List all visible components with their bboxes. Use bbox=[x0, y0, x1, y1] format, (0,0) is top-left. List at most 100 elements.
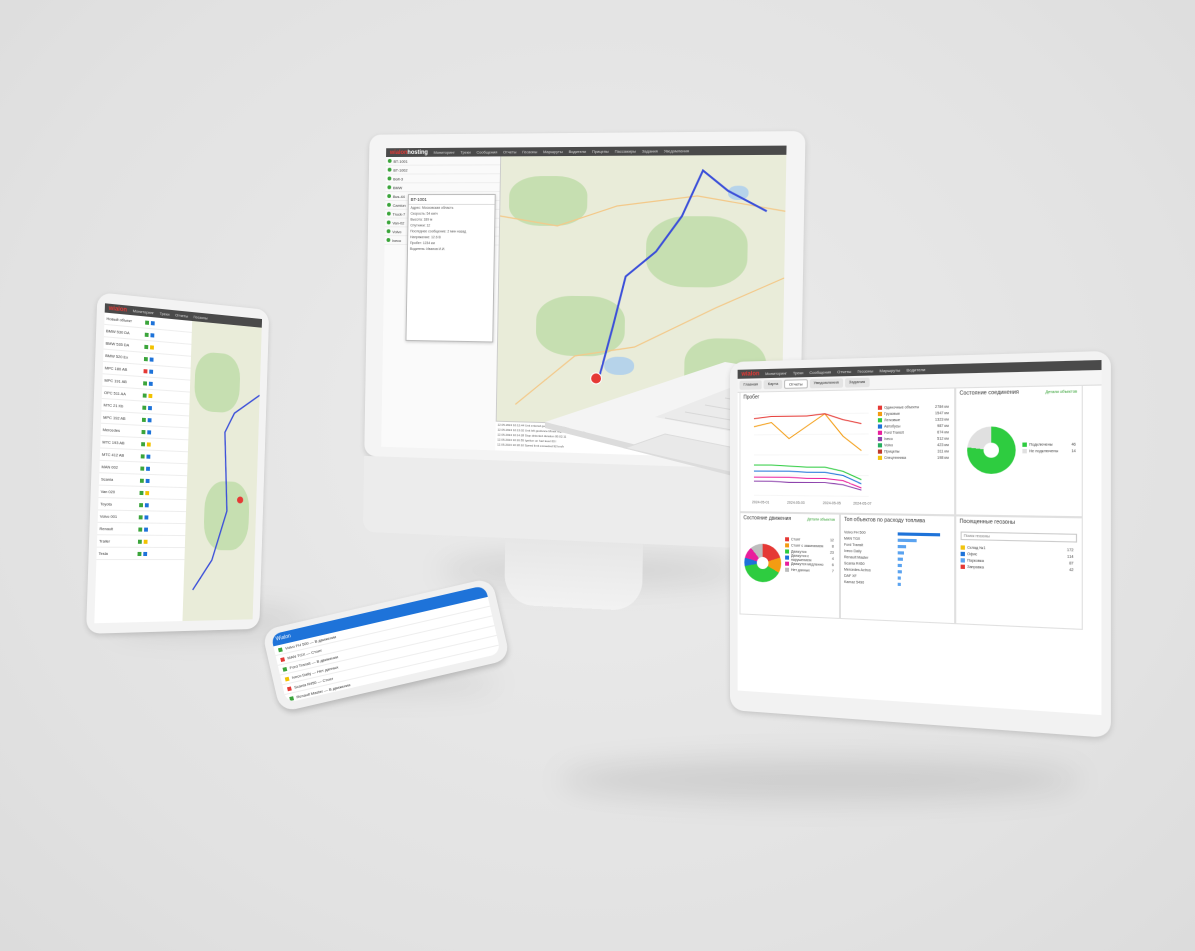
nav-item[interactable]: Маршруты bbox=[879, 368, 900, 374]
widget-title: Топ объектов по расходу топлива bbox=[844, 516, 926, 525]
mileage-line-chart: 2024-05-01 2024-05-03 2024-05-05 2024-05… bbox=[744, 403, 872, 506]
status-dot-icon bbox=[387, 167, 392, 172]
nav-item[interactable]: Сообщения bbox=[476, 149, 497, 154]
track-layer bbox=[182, 321, 261, 621]
legend-swatch bbox=[785, 543, 790, 548]
status-icon bbox=[277, 646, 283, 652]
status-dot-icon bbox=[387, 176, 392, 181]
x-tick-label: 2024-05-07 bbox=[853, 501, 871, 505]
geofence-icon bbox=[960, 551, 965, 557]
status-icon bbox=[138, 526, 143, 532]
donut-hole bbox=[756, 556, 769, 570]
nav-item[interactable]: Задания bbox=[642, 148, 658, 153]
status-icon bbox=[141, 429, 146, 434]
legend-swatch bbox=[1022, 442, 1027, 447]
tab-home[interactable]: Главная bbox=[739, 380, 762, 390]
nav-item[interactable]: Треки bbox=[460, 150, 470, 155]
nav-item[interactable]: Треки bbox=[160, 311, 170, 317]
geofence-icon bbox=[960, 545, 965, 550]
tablet-map[interactable] bbox=[182, 320, 262, 622]
tab-map[interactable]: Карта bbox=[763, 379, 783, 390]
signal-icon bbox=[149, 369, 154, 374]
status-icon bbox=[142, 392, 147, 398]
nav-item[interactable]: Геозоны bbox=[522, 149, 537, 154]
status-icon bbox=[140, 453, 145, 459]
details-link[interactable]: Детали объектов bbox=[1045, 389, 1077, 394]
connection-donut bbox=[967, 426, 1016, 475]
bar bbox=[897, 569, 902, 573]
status-dot-icon bbox=[386, 211, 391, 216]
legend-swatch bbox=[877, 455, 883, 460]
nav-item[interactable]: Водители bbox=[568, 149, 586, 154]
tablet-unit-list: Новый объект BMW 530 DA BMW 535 DA BMW 5… bbox=[94, 312, 194, 624]
legend-swatch bbox=[1022, 449, 1027, 454]
unit-row[interactable]: Trailer bbox=[96, 535, 186, 549]
signal-icon bbox=[146, 454, 151, 459]
status-icon bbox=[141, 441, 146, 446]
tablet-device: wialon Мониторинг Треки Отчеты Геозоны Н… bbox=[85, 292, 270, 634]
legend-item[interactable]: Спецтехника 198 км bbox=[877, 455, 952, 461]
status-icon bbox=[139, 490, 144, 495]
unit-row[interactable]: Bolt-3 bbox=[385, 174, 500, 184]
details-link[interactable]: Детали объектов bbox=[807, 517, 835, 522]
signal-icon bbox=[148, 381, 153, 386]
legend-swatch bbox=[877, 430, 883, 435]
vehicle-track bbox=[193, 391, 260, 590]
legend-swatch bbox=[877, 436, 883, 442]
app-logo[interactable]: wialonhosting bbox=[390, 149, 428, 155]
mileage-legend: Одиночные объекты 2784 км Грузовые 1547 км… bbox=[877, 403, 952, 461]
status-icon bbox=[141, 417, 146, 422]
status-dot-icon bbox=[387, 158, 392, 163]
status-icon bbox=[145, 320, 150, 325]
signal-icon bbox=[143, 539, 148, 544]
bar bbox=[897, 582, 901, 586]
signal-icon bbox=[145, 490, 150, 495]
nav-item[interactable]: Пассажиры bbox=[615, 149, 636, 154]
nav-item[interactable]: Геозоны bbox=[193, 314, 207, 320]
connection-legend: Подключены 46 Не подключены 14 bbox=[1022, 441, 1079, 454]
nav-item[interactable]: Мониторинг bbox=[434, 150, 455, 155]
nav-item[interactable]: Отчеты bbox=[837, 369, 851, 375]
unit-row[interactable]: Tesla bbox=[96, 547, 185, 561]
unit-list-panel: BT-1001 BT-1002 Bolt-3 BMW Bus-44 Camion… bbox=[381, 156, 502, 451]
x-tick-label: 2024-05-01 bbox=[752, 500, 769, 504]
status-icon bbox=[289, 695, 294, 701]
nav-item[interactable]: Прицепы bbox=[592, 149, 609, 154]
unit-row[interactable]: Renault bbox=[97, 522, 186, 537]
legend-swatch bbox=[785, 537, 790, 542]
popup-title: BT-1001 bbox=[408, 195, 495, 205]
legend-swatch bbox=[785, 549, 790, 554]
nav-item[interactable]: Треки bbox=[793, 370, 804, 375]
signal-icon bbox=[144, 502, 149, 507]
bar bbox=[897, 538, 917, 542]
signal-icon bbox=[144, 527, 148, 532]
geofence-icon bbox=[960, 558, 965, 563]
legend-swatch bbox=[877, 443, 883, 448]
nav-item[interactable]: Геозоны bbox=[857, 368, 873, 374]
movement-legend: Стоят 12 Стоят с зажиганием 8 Движутся 23 Д… bbox=[785, 536, 837, 574]
legend-item[interactable]: Нет данных 7 bbox=[785, 567, 837, 575]
unit-row[interactable]: BT-1002 bbox=[385, 165, 501, 175]
status-icon bbox=[282, 666, 288, 672]
signal-icon bbox=[148, 393, 153, 398]
unit-row[interactable]: BMW bbox=[385, 183, 500, 193]
tab-notifications[interactable]: Уведомления bbox=[809, 378, 843, 389]
nav-item[interactable]: Уведомления bbox=[664, 148, 689, 153]
nav-item[interactable]: Отчеты bbox=[503, 149, 516, 154]
app-logo[interactable]: wialon bbox=[741, 371, 759, 377]
app-logo[interactable]: wialon bbox=[109, 305, 127, 313]
nav-item[interactable]: Мониторинг bbox=[133, 308, 154, 315]
legend-item[interactable]: Не подключены 14 bbox=[1022, 448, 1079, 455]
nav-item[interactable]: Водители bbox=[907, 367, 926, 373]
nav-item[interactable]: Отчеты bbox=[175, 312, 188, 318]
geofence-search-input[interactable] bbox=[960, 531, 1078, 543]
tab-tasks[interactable]: Задания bbox=[844, 377, 870, 388]
legend-swatch bbox=[785, 555, 789, 560]
x-tick-label: 2024-05-03 bbox=[787, 501, 805, 505]
nav-item[interactable]: Маршруты bbox=[543, 149, 563, 154]
tab-reports[interactable]: Отчеты bbox=[784, 379, 808, 389]
nav-item[interactable]: Сообщения bbox=[809, 369, 831, 375]
nav-item[interactable]: Мониторинг bbox=[765, 371, 787, 377]
signal-icon bbox=[146, 466, 150, 471]
signal-icon bbox=[143, 551, 148, 556]
